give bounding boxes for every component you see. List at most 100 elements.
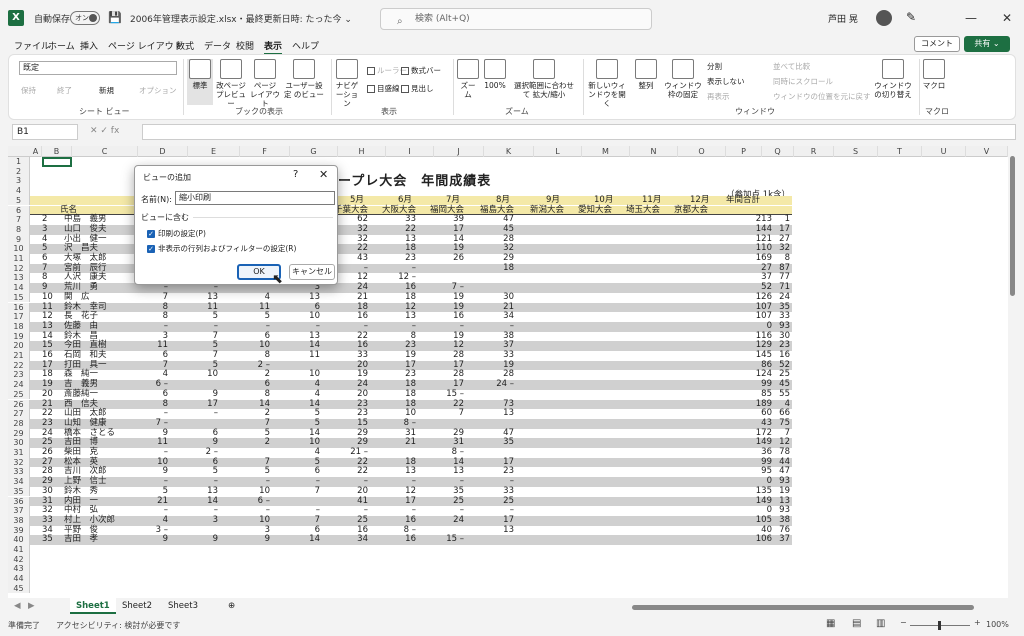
header-venue[interactable]: 新潟大会	[530, 205, 564, 216]
row-header[interactable]: 37	[8, 506, 30, 516]
save-icon[interactable]: 💾	[108, 11, 122, 24]
row-header[interactable]: 35	[8, 486, 30, 497]
row-header[interactable]: 11	[8, 254, 30, 264]
document-title[interactable]: 2006年管理表示設定.xlsx・最終更新日時: たった今 ⌄	[130, 12, 352, 25]
cell-score[interactable]: 2	[240, 438, 270, 448]
row-header[interactable]: 33	[8, 467, 30, 478]
sync-scroll-button[interactable]: 同時にスクロール	[773, 76, 833, 87]
row-header[interactable]: 20	[8, 341, 30, 351]
new-window-button[interactable]: 新しいウィンドウを開く	[585, 59, 629, 108]
row-header[interactable]: 18	[8, 321, 30, 332]
close-button[interactable]: ✕	[992, 8, 1022, 28]
zoom-in-icon[interactable]: +	[974, 618, 981, 627]
row-header[interactable]: 28	[8, 418, 30, 429]
row-header[interactable]: 43	[8, 564, 30, 575]
tab-sheet3[interactable]: Sheet3	[162, 598, 204, 614]
cell-score[interactable]: 7	[434, 408, 464, 419]
accessibility-status[interactable]: アクセシビリティ: 検討が必要です	[56, 620, 180, 631]
sheetview-keep[interactable]: 保持	[21, 85, 36, 96]
column-header[interactable]: O	[678, 146, 726, 157]
switch-window-button[interactable]: ウィンドウの切り替え	[871, 59, 915, 99]
row-header[interactable]: 29	[8, 428, 30, 439]
column-header[interactable]: U	[922, 146, 966, 157]
column-header[interactable]: L	[534, 146, 582, 157]
menu-page-layout[interactable]: ページ レイアウト	[108, 39, 183, 52]
menu-review[interactable]: 校閲	[236, 39, 254, 52]
menu-data[interactable]: データ	[204, 39, 231, 52]
page-break-icon[interactable]: ▥	[876, 618, 885, 629]
menu-insert[interactable]: 挿入	[80, 39, 98, 52]
row-header[interactable]: 30	[8, 438, 30, 448]
navigation-button[interactable]: ナビゲーション	[333, 59, 361, 108]
row-header[interactable]: 42	[8, 554, 30, 565]
row-header[interactable]: 26	[8, 399, 30, 410]
comment-button[interactable]: コメント	[914, 36, 960, 52]
row-header[interactable]: 32	[8, 457, 30, 468]
cell-score[interactable]: 34	[338, 535, 368, 545]
zoom-selection-button[interactable]: 選択範囲に合わせて 拡大/縮小	[511, 59, 577, 99]
search-box[interactable]: ⌕ 検索 (Alt+Q)	[380, 8, 652, 30]
zoom-slider-thumb[interactable]	[938, 621, 941, 630]
cell-name[interactable]: 吉田 孝	[64, 535, 98, 545]
column-header[interactable]: T	[878, 146, 922, 157]
arrange-button[interactable]: 整列	[633, 59, 659, 90]
cell-score[interactable]: 3	[188, 515, 218, 526]
row-header[interactable]: 8	[8, 224, 30, 235]
column-header[interactable]: C	[72, 146, 138, 157]
scroll-thumb[interactable]	[1010, 156, 1015, 296]
column-header[interactable]: V	[966, 146, 1008, 157]
row-header[interactable]: 14	[8, 283, 30, 293]
custom-views-button[interactable]: ユーザー設定 のビュー	[283, 59, 325, 99]
column-header[interactable]: Q	[762, 146, 794, 157]
cell-score[interactable]: 18	[484, 263, 514, 274]
cell-score[interactable]: 10	[188, 370, 218, 380]
zoom-out-icon[interactable]: −	[900, 618, 907, 627]
menu-home[interactable]: ホーム	[48, 39, 75, 52]
header-total[interactable]: 年間合計	[726, 195, 760, 206]
menu-view[interactable]: 表示	[264, 39, 283, 55]
cell-score[interactable]: 16	[386, 535, 416, 545]
view-name-input[interactable]: 縮小印刷	[175, 191, 335, 205]
macro-button[interactable]: マクロ	[921, 59, 947, 90]
header-venue[interactable]: 愛知大会	[578, 205, 612, 216]
compare-button[interactable]: 並べて比較	[773, 61, 810, 72]
tab-sheet1[interactable]: Sheet1	[70, 598, 116, 614]
row-header[interactable]: 6	[8, 205, 30, 216]
user-name[interactable]: 芦田 晃	[828, 12, 858, 25]
page-break-preview-button[interactable]: 改ページ プレビュー	[215, 59, 247, 108]
share-button[interactable]: 共有 ⌄	[964, 36, 1010, 52]
column-header[interactable]: D	[138, 146, 188, 157]
reset-position-button[interactable]: ウィンドウの位置を元に戻す	[773, 91, 871, 102]
cell-score[interactable]: 21	[386, 438, 416, 448]
row-header[interactable]: 38	[8, 515, 30, 526]
print-settings-checkbox[interactable]: ✓ 印刷の設定(P)	[147, 228, 206, 239]
tab-next-icon[interactable]: ▶	[22, 598, 41, 614]
close-icon[interactable]: ✕	[319, 168, 328, 181]
row-header[interactable]: 10	[8, 244, 30, 254]
column-header[interactable]: B	[42, 146, 72, 157]
sheet-title[interactable]: ープレ大会 年間成績表	[338, 170, 491, 189]
hidden-settings-checkbox[interactable]: ✓ 非表示の行列およびフィルターの設定(R)	[147, 243, 296, 254]
gridlines-check[interactable]: 目盛線	[367, 83, 400, 94]
row-header[interactable]: 15	[8, 292, 30, 303]
row-header[interactable]: 12	[8, 263, 30, 274]
sheetview-options[interactable]: オプション	[139, 85, 177, 96]
normal-view-icon[interactable]: ▦	[826, 618, 835, 629]
row-header[interactable]: 36	[8, 496, 30, 507]
unhide-button[interactable]: 再表示	[707, 91, 730, 102]
menu-formulas[interactable]: 数式	[176, 39, 194, 52]
row-header[interactable]: 3	[8, 176, 30, 187]
sheetview-new[interactable]: 新規	[99, 85, 114, 96]
row-header[interactable]: 4	[8, 186, 30, 196]
row-header[interactable]: 9	[8, 234, 30, 245]
cell-score[interactable]: 13	[484, 525, 514, 536]
column-header[interactable]: R	[794, 146, 834, 157]
column-header[interactable]: F	[240, 146, 290, 157]
formulabar-check[interactable]: 数式バー	[401, 65, 441, 76]
row-header[interactable]: 19	[8, 331, 30, 342]
cell-score[interactable]: 14	[290, 535, 320, 545]
zoom-button[interactable]: ズーム	[457, 59, 479, 99]
column-header[interactable]: P	[726, 146, 762, 157]
zoom-slider[interactable]	[910, 621, 970, 630]
cell-score[interactable]: 26	[434, 253, 464, 264]
